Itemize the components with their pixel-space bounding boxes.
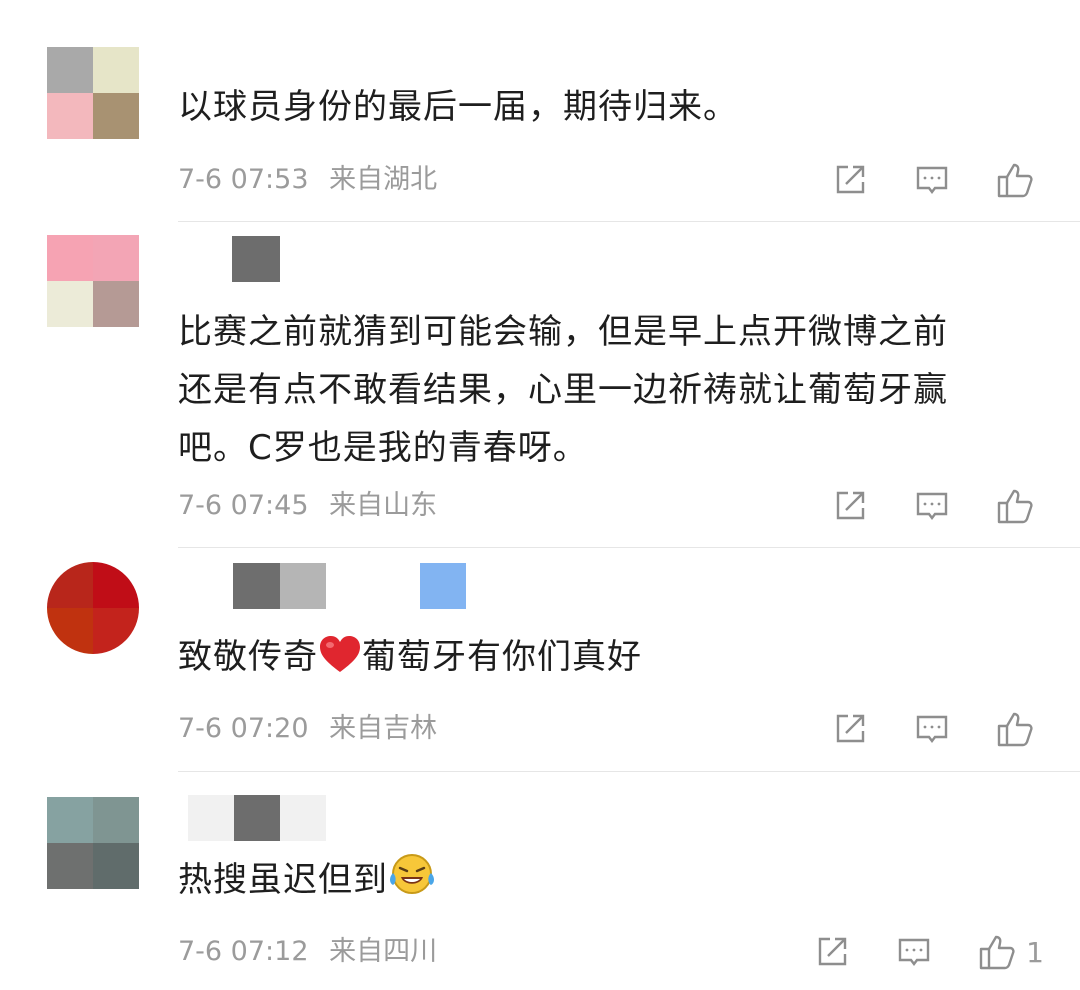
share-button[interactable] [832, 162, 868, 198]
avatar-pixel [47, 608, 93, 654]
username-pixel [234, 795, 280, 841]
thumbs-up-icon [997, 489, 1033, 524]
comment-actions [832, 158, 1044, 202]
share-icon [836, 714, 865, 743]
thumbs-up-icon [997, 163, 1033, 198]
comment-icon [916, 492, 948, 520]
share-icon [836, 165, 865, 194]
like-button[interactable] [996, 487, 1044, 525]
thumbs-up-icon [997, 712, 1033, 747]
comment-text: 以球员身份的最后一届，期待归来。 [178, 87, 738, 127]
avatar-pixel [47, 47, 93, 93]
like-button[interactable] [996, 161, 1044, 199]
comment-text: 致敬传奇 葡萄牙有你们真好 [178, 628, 1048, 686]
like-button[interactable] [996, 710, 1044, 748]
comment-time: 7-6 07:53 [178, 164, 309, 195]
avatar[interactable] [47, 235, 139, 327]
username-pixel [280, 563, 326, 609]
comment-location: 来自吉林 [329, 713, 438, 744]
avatar-pixel [93, 797, 139, 843]
comment-location: 来自湖北 [329, 164, 438, 195]
divider [178, 771, 1080, 772]
comment-location: 来自四川 [329, 936, 438, 967]
username-pixel [188, 795, 234, 841]
comment-location: 来自山东 [329, 490, 438, 521]
comment-icon [916, 715, 948, 743]
avatar-pixel [93, 608, 139, 654]
comment-text: 比赛之前就猜到可能会输，但是早上点开微博之前 还是有点不敢看结果，心里一边祈祷就… [178, 303, 1048, 477]
share-icon [836, 491, 865, 520]
comment-time: 7-6 07:45 [178, 490, 309, 521]
avatar[interactable] [47, 47, 139, 139]
comment-actions [832, 707, 1044, 751]
comment-button[interactable] [896, 934, 932, 970]
divider [178, 221, 1080, 222]
user-badge [420, 563, 466, 609]
thumbs-up-icon [979, 935, 1015, 970]
avatar-pixel [93, 281, 139, 327]
share-button[interactable] [814, 934, 850, 970]
avatar-pixel [93, 47, 139, 93]
avatar-pixel [93, 93, 139, 139]
avatar-pixel [47, 93, 93, 139]
avatar-pixel [93, 562, 139, 608]
avatar[interactable] [47, 797, 139, 889]
comment-text: 热搜虽迟但到 [178, 851, 1048, 909]
comment-icon [916, 166, 948, 194]
share-button[interactable] [832, 488, 868, 524]
username-pixel [280, 795, 326, 841]
comment-icon [898, 938, 930, 966]
comment-meta: 7-6 07:12 来自四川 [178, 932, 437, 972]
comment-text-part: 葡萄牙有你们真好 [362, 637, 642, 677]
avatar-pixel [93, 235, 139, 281]
comment-text-part: 致敬传奇 [178, 637, 318, 677]
share-button[interactable] [832, 711, 868, 747]
laughing-crying-face-icon [390, 854, 434, 894]
like-count: 1 [1026, 935, 1044, 969]
comment-actions: 1 [814, 930, 1044, 974]
comment-text-line: 还是有点不敢看结果，心里一边祈祷就让葡萄牙赢 [178, 370, 948, 410]
divider [178, 547, 1080, 548]
comment-time: 7-6 07:20 [178, 713, 309, 744]
avatar[interactable] [47, 562, 139, 654]
comment-text-line: 吧。C罗也是我的青春呀。 [178, 428, 588, 468]
comment-meta: 7-6 07:20 来自吉林 [178, 709, 437, 749]
username-pixel [232, 236, 280, 282]
avatar-pixel [47, 797, 93, 843]
avatar-pixel [47, 843, 93, 889]
red-heart-icon [320, 636, 360, 672]
comment-meta: 7-6 07:53 来自湖北 [178, 160, 437, 200]
share-icon [818, 937, 847, 966]
comment-button[interactable] [914, 711, 950, 747]
comment-time: 7-6 07:12 [178, 936, 309, 967]
avatar-pixel [93, 843, 139, 889]
avatar-pixel [47, 562, 93, 608]
like-button[interactable]: 1 [978, 933, 1044, 971]
username-pixel [233, 563, 280, 609]
comment-button[interactable] [914, 488, 950, 524]
comment-actions [832, 484, 1044, 528]
comment-text-line: 比赛之前就猜到可能会输，但是早上点开微博之前 [178, 312, 948, 352]
comment-text-part: 热搜虽迟但到 [178, 860, 388, 900]
avatar-pixel [47, 281, 93, 327]
comment-meta: 7-6 07:45 来自山东 [178, 486, 437, 526]
avatar-pixel [47, 235, 93, 281]
comment-button[interactable] [914, 162, 950, 198]
